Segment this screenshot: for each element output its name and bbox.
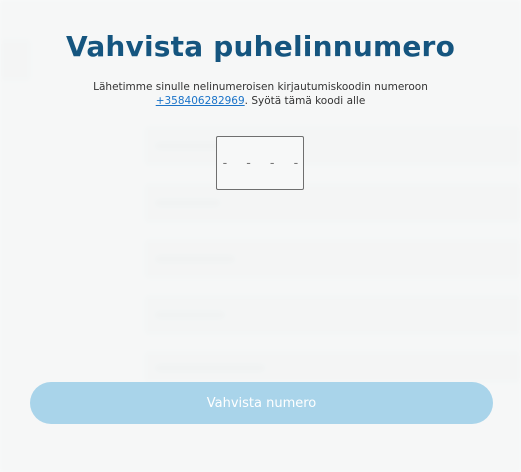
verify-number-button[interactable]: Vahvista numero xyxy=(30,382,493,424)
description-instruction: . Syötä tämä koodi alle xyxy=(244,95,366,107)
modal-title: Vahvista puhelinnumero xyxy=(65,30,456,63)
modal-description: Lähetimme sinulle nelinumeroisen kirjaut… xyxy=(40,80,481,108)
verification-code-input[interactable] xyxy=(216,136,304,190)
phone-number-link[interactable]: +358406282969 xyxy=(156,95,245,107)
description-text: Lähetimme sinulle nelinumeroisen kirjaut… xyxy=(93,81,428,93)
modal-overlay: Vahvista puhelinnumero Lähetimme sinulle… xyxy=(0,0,521,472)
